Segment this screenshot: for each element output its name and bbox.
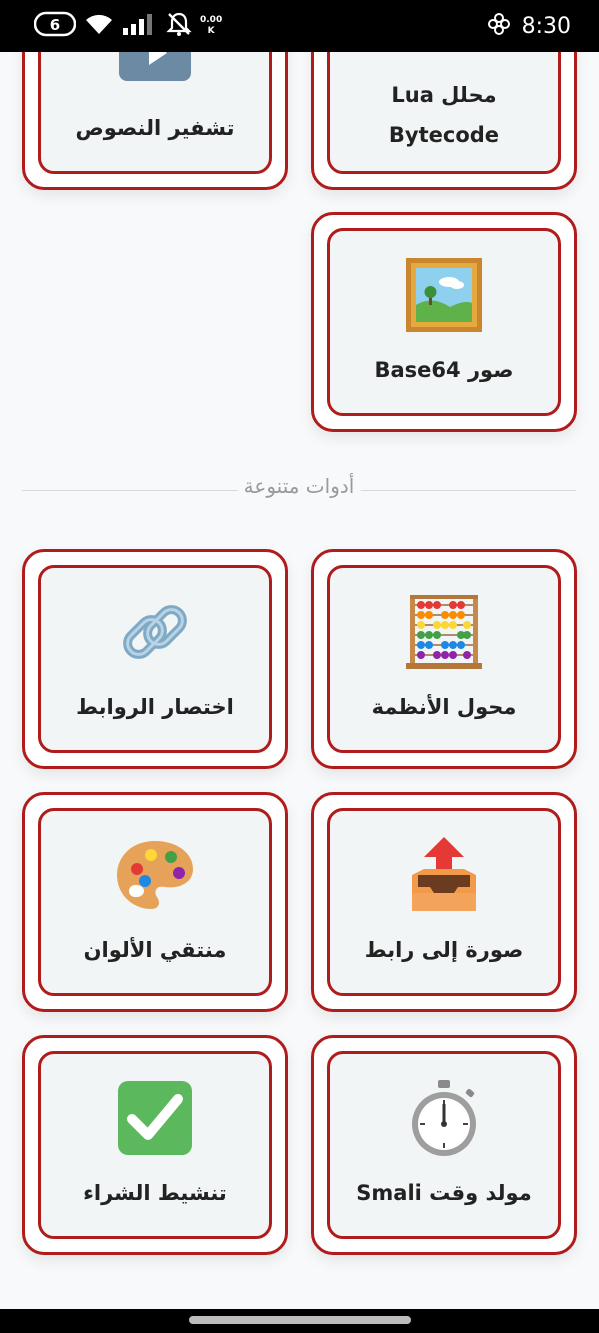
tool-card-inner: اختصار الروابط: [38, 565, 272, 753]
tool-label: مولد وقت Smali: [356, 1181, 532, 1205]
tool-card-text-encryption[interactable]: تشفير النصوص: [22, 52, 288, 190]
clock: 8:30: [521, 13, 571, 39]
artist-palette-icon: [114, 834, 196, 916]
tool-card-lua-bytecode[interactable]: محلل Lua Bytecode: [311, 52, 577, 190]
tool-label-line2: Bytecode: [388, 123, 500, 147]
abacus-icon: [403, 591, 485, 673]
signal-icon: [122, 12, 158, 40]
stopwatch-icon: [403, 1077, 485, 1159]
tool-label: تشفير النصوص: [75, 116, 235, 140]
tool-card-inner: محلل Lua Bytecode: [327, 52, 561, 174]
tool-card-purchase-activation[interactable]: تنشيط الشراء: [22, 1035, 288, 1255]
tool-label: منتقي الألوان: [83, 938, 227, 962]
video-icon: [114, 52, 196, 94]
section-header-misc-tools: أدوات متنوعة: [22, 474, 576, 504]
home-gesture-handle[interactable]: [189, 1316, 411, 1324]
svg-text:6: 6: [50, 16, 60, 34]
tool-card-inner: منتقي الألوان: [38, 808, 272, 996]
net-speed-value: 0.00: [200, 15, 223, 25]
tool-label: صور Base64: [374, 358, 514, 382]
tool-card-base64-images[interactable]: صور Base64: [311, 212, 577, 432]
outbox-tray-icon: [403, 834, 485, 916]
tool-card-inner: صور Base64: [327, 228, 561, 416]
tool-card-base-converter[interactable]: محول الأنظمة: [311, 549, 577, 769]
link-icon: [114, 591, 196, 673]
tool-label: اختصار الروابط: [76, 695, 234, 719]
net-speed: 0.00 K: [200, 15, 222, 37]
tool-card-link-shortener[interactable]: اختصار الروابط: [22, 549, 288, 769]
tool-card-inner: محول الأنظمة: [327, 565, 561, 753]
navigation-bar: [0, 1309, 599, 1333]
bell-off-icon: [166, 11, 192, 41]
tool-label: محول الأنظمة: [371, 695, 517, 719]
section-title: أدوات متنوعة: [237, 474, 361, 498]
nfc-icon: 6: [33, 11, 77, 41]
wifi-icon: [84, 12, 114, 40]
tools-list[interactable]: تشفير النصوص محلل Lua Bytecode صور Base6…: [0, 52, 599, 1309]
tool-label: تنشيط الشراء: [83, 1181, 227, 1205]
framed-picture-icon: [403, 254, 485, 336]
tool-label: صورة إلى رابط: [364, 938, 524, 962]
tool-card-inner: مولد وقت Smali: [327, 1051, 561, 1239]
tool-card-inner: تنشيط الشراء: [38, 1051, 272, 1239]
tool-card-color-picker[interactable]: منتقي الألوان: [22, 792, 288, 1012]
tool-card-inner: صورة إلى رابط: [327, 808, 561, 996]
tool-label-line1: محلل Lua: [391, 83, 497, 107]
flower-icon: [487, 13, 510, 39]
check-mark-button-icon: [114, 1077, 196, 1159]
net-speed-unit: K: [207, 26, 215, 36]
tool-card-smali-time-generator[interactable]: مولد وقت Smali: [311, 1035, 577, 1255]
tool-card-image-to-link[interactable]: صورة إلى رابط: [311, 792, 577, 1012]
tool-card-inner: تشفير النصوص: [38, 52, 272, 174]
status-bar: 6 0.00 K 8:30: [0, 0, 599, 52]
